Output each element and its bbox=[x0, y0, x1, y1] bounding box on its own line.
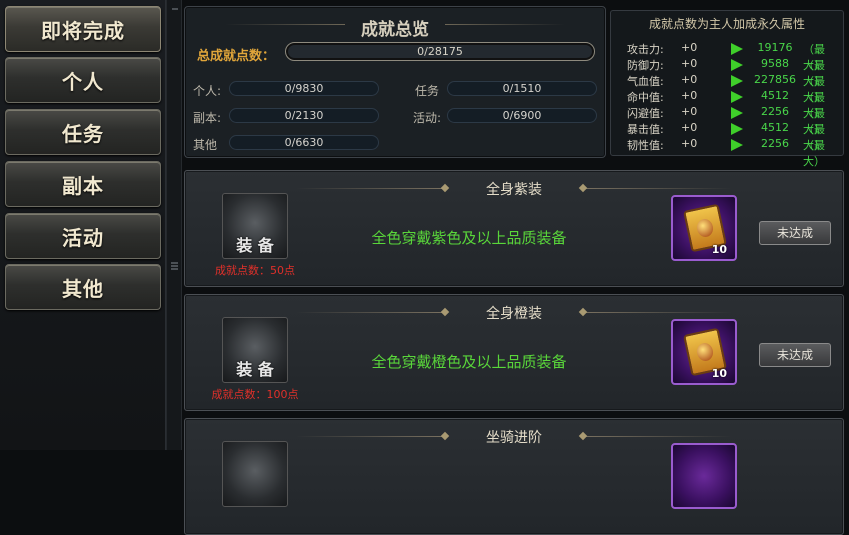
attr-max-tag: （最大） bbox=[803, 139, 825, 168]
permanent-attribute-panel: 成就点数为主人加成永久属性 攻击力: +0 19176 （最大） 防御力: +0… bbox=[610, 10, 844, 168]
stat-label-activity: 活动: bbox=[413, 111, 442, 125]
reward-item-icon[interactable]: 10 bbox=[671, 195, 737, 261]
green-arrow-icon bbox=[731, 107, 743, 119]
badge-label: 装 备 bbox=[236, 360, 274, 379]
attr-row-defense: 防御力: +0 9588 （最大） bbox=[627, 57, 841, 88]
sidebar-item-task[interactable]: 任务 bbox=[5, 109, 161, 155]
attr-max-value: 4512 bbox=[761, 121, 789, 134]
attr-max-value: 2256 bbox=[761, 137, 789, 150]
status-button[interactable]: 未达成 bbox=[759, 343, 831, 367]
attr-name: 攻击力: bbox=[627, 43, 664, 56]
achievement-overview-panel: 成就总览 总成就点数： 0/28175 个人: 0/9830 任务 0/1510… bbox=[184, 6, 606, 158]
attr-plus: +0 bbox=[681, 105, 698, 118]
stat-bar-other: 0/6630 bbox=[229, 135, 379, 150]
achievement-card: 坐骑进阶 bbox=[184, 418, 844, 535]
splitter-tick-icon bbox=[172, 8, 178, 14]
total-points-label: 总成就点数： bbox=[197, 49, 276, 64]
green-arrow-icon bbox=[731, 59, 743, 71]
attr-max-value: 2256 bbox=[761, 105, 789, 118]
attr-row-hit: 命中值: +0 4512 （最大） bbox=[627, 89, 841, 120]
attr-row-attack: 攻击力: +0 19176 （最大） bbox=[627, 41, 841, 72]
attr-plus: +0 bbox=[681, 137, 698, 150]
attr-max-value: 9588 bbox=[761, 57, 789, 70]
badge-label: 装 备 bbox=[236, 236, 274, 255]
sidebar-item-near-complete[interactable]: 即将完成 bbox=[5, 6, 161, 52]
attr-name: 命中值: bbox=[627, 91, 664, 104]
stat-bar-activity: 0/6900 bbox=[447, 108, 597, 123]
attr-plus: +0 bbox=[681, 41, 698, 54]
attr-name: 韧性值: bbox=[627, 139, 664, 152]
green-arrow-icon bbox=[731, 123, 743, 135]
drag-grip-icon[interactable] bbox=[171, 262, 178, 270]
sidebar-item-other[interactable]: 其他 bbox=[5, 264, 161, 310]
attr-row-dodge: 闪避值: +0 2256 （最大） bbox=[627, 105, 841, 136]
attr-plus: +0 bbox=[681, 89, 698, 102]
attr-plus: +0 bbox=[681, 121, 698, 134]
attr-max-value: 4512 bbox=[761, 89, 789, 102]
total-points-progress: 0/28175 bbox=[285, 42, 595, 61]
stat-label-task: 任务 bbox=[415, 84, 440, 98]
attribute-panel-title: 成就点数为主人加成永久属性 bbox=[648, 17, 805, 31]
reward-count: 10 bbox=[711, 367, 727, 380]
attr-plus: +0 bbox=[681, 57, 698, 70]
overview-title: 成就总览 bbox=[361, 20, 429, 40]
attr-name: 防御力: bbox=[627, 59, 664, 72]
attr-name: 暴击值: bbox=[627, 123, 664, 136]
achievement-badge-icon bbox=[222, 441, 288, 507]
panel-splitter[interactable] bbox=[166, 0, 182, 450]
green-arrow-icon bbox=[731, 43, 743, 55]
achievement-points: 成就点数：100点 bbox=[211, 388, 299, 401]
stat-label-dungeon: 副本: bbox=[193, 111, 222, 125]
category-sidebar: 即将完成 个人 任务 副本 活动 其他 bbox=[0, 0, 166, 450]
green-arrow-icon bbox=[731, 139, 743, 151]
reward-count: 10 bbox=[711, 243, 727, 256]
stat-bar-personal: 0/9830 bbox=[229, 81, 379, 96]
attr-name: 气血值: bbox=[627, 75, 664, 88]
attr-max-value: 227856 bbox=[754, 73, 796, 86]
sidebar-item-activity[interactable]: 活动 bbox=[5, 213, 161, 259]
achievement-card: 全身橙装 装 备 成就点数：100点 全色穿戴橙色及以上品质装备 10 未达成 bbox=[184, 294, 844, 411]
attr-plus: +0 bbox=[681, 73, 698, 86]
equipment-badge-icon: 装 备 bbox=[222, 193, 288, 259]
attr-row-crit: 暴击值: +0 4512 （最大） bbox=[627, 121, 841, 152]
sidebar-item-personal[interactable]: 个人 bbox=[5, 57, 161, 103]
total-points-value: 0/28175 bbox=[417, 45, 463, 58]
achievement-points: 成就点数：50点 bbox=[215, 264, 295, 277]
reward-item-icon[interactable] bbox=[671, 443, 737, 509]
green-arrow-icon bbox=[731, 75, 743, 87]
attr-name: 闪避值: bbox=[627, 107, 664, 120]
reward-item-icon[interactable]: 10 bbox=[671, 319, 737, 385]
sidebar-item-dungeon[interactable]: 副本 bbox=[5, 161, 161, 207]
attr-max-value: 19176 bbox=[757, 41, 793, 54]
achievement-description: 全色穿戴紫色及以上品质装备 bbox=[371, 229, 567, 247]
stat-label-other: 其他 bbox=[193, 138, 218, 152]
attr-row-toughness: 韧性值: +0 2256 （最大） bbox=[627, 137, 841, 168]
stat-label-personal: 个人: bbox=[193, 84, 222, 98]
equipment-badge-icon: 装 备 bbox=[222, 317, 288, 383]
status-button[interactable]: 未达成 bbox=[759, 221, 831, 245]
attr-row-hp: 气血值: +0 227856 （最大） bbox=[627, 73, 841, 104]
achievement-card: 全身紫装 装 备 成就点数：50点 全色穿戴紫色及以上品质装备 10 未达成 bbox=[184, 170, 844, 287]
stat-bar-dungeon: 0/2130 bbox=[229, 108, 379, 123]
achievement-description: 全色穿戴橙色及以上品质装备 bbox=[371, 353, 567, 371]
stat-bar-task: 0/1510 bbox=[447, 81, 597, 96]
green-arrow-icon bbox=[731, 91, 743, 103]
